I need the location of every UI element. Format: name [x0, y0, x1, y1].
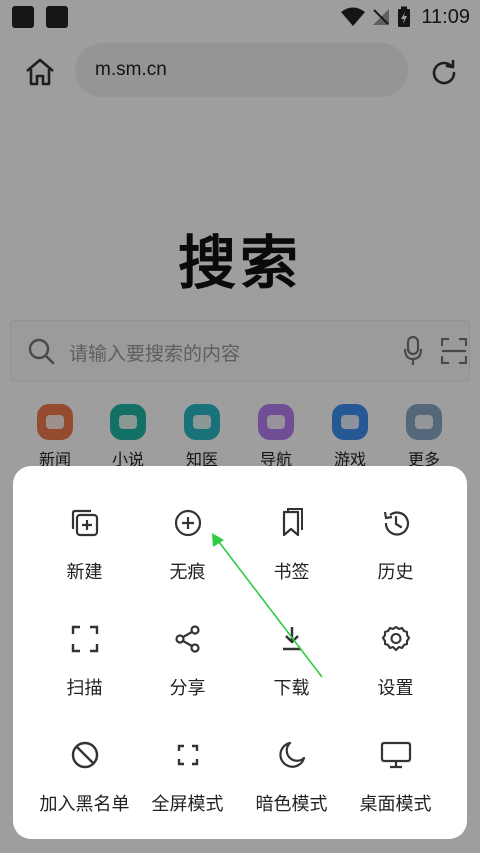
menu-item-label: 下载 — [273, 678, 310, 699]
menu-item-new[interactable]: 新建 — [28, 466, 141, 583]
menu-item-bookmarks[interactable]: 书签 — [235, 466, 348, 583]
history-icon — [383, 511, 409, 536]
desktop-icon — [380, 741, 411, 769]
menu-item-label: 无痕 — [169, 562, 206, 583]
menu-item-label: 书签 — [273, 562, 310, 583]
menu-item-share[interactable]: 分享 — [131, 582, 244, 699]
menu-item-label: 分享 — [169, 678, 206, 699]
share-icon — [174, 625, 200, 653]
menu-item-blacklist[interactable]: 加入黑名单 — [28, 698, 141, 815]
menu-item-download[interactable]: 下载 — [235, 582, 348, 699]
menu-item-label: 暗色模式 — [255, 794, 328, 815]
menu-item-label: 扫描 — [66, 678, 103, 699]
browser-menu: 新建 无痕 书签 历史 扫描 分享 下载 设置 加入黑名单 全屏模式 暗色模式 … — [13, 466, 467, 839]
bookmark-icon — [282, 508, 303, 537]
menu-item-label: 历史 — [377, 562, 414, 583]
fullscreen-icon — [177, 744, 198, 766]
gear-icon — [381, 625, 410, 652]
incognito-plus-icon — [174, 509, 201, 537]
menu-item-incognito[interactable]: 无痕 — [131, 466, 244, 583]
menu-item-label: 加入黑名单 — [39, 794, 130, 815]
new-tab-icon — [71, 509, 98, 537]
moon-icon — [278, 741, 305, 768]
menu-item-desktop-mode[interactable]: 桌面模式 — [339, 698, 452, 815]
menu-item-label: 桌面模式 — [359, 794, 432, 815]
menu-item-settings[interactable]: 设置 — [339, 582, 452, 699]
menu-item-label: 新建 — [66, 562, 103, 583]
menu-item-fullscreen[interactable]: 全屏模式 — [131, 698, 244, 815]
menu-item-history[interactable]: 历史 — [339, 466, 452, 583]
menu-item-dark-mode[interactable]: 暗色模式 — [235, 698, 348, 815]
download-icon — [282, 627, 301, 651]
block-icon — [71, 741, 98, 769]
menu-item-label: 全屏模式 — [151, 794, 224, 815]
menu-item-scan[interactable]: 扫描 — [28, 582, 141, 699]
menu-item-label: 设置 — [377, 678, 414, 699]
scan-icon — [71, 625, 98, 653]
